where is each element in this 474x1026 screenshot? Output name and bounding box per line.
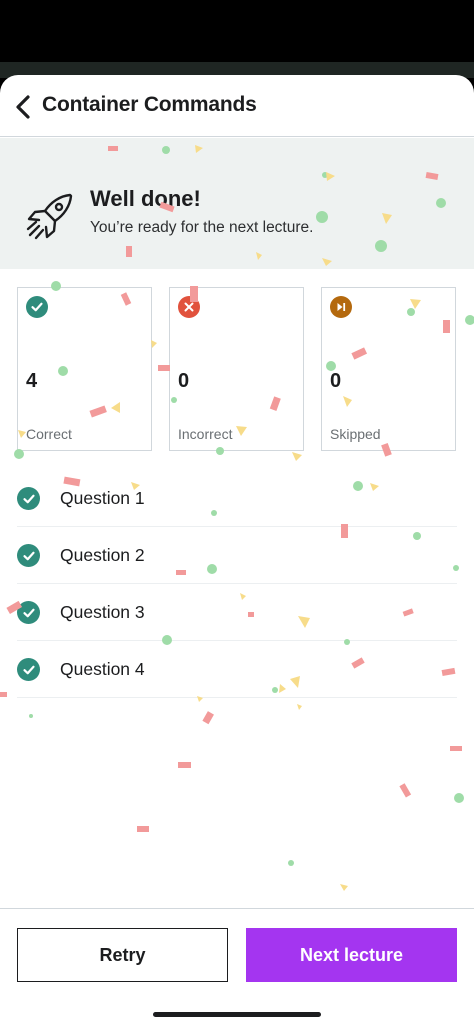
rocket-icon	[26, 193, 73, 240]
question-label: Question 3	[60, 602, 145, 622]
correct-count: 4	[26, 370, 38, 392]
footer-actions: Retry Next lecture	[0, 908, 474, 1026]
x-circle-icon	[178, 296, 200, 318]
banner-subtitle: You’re ready for the next lecture.	[90, 219, 314, 236]
header: Container Commands	[0, 75, 474, 137]
home-indicator	[153, 1012, 321, 1017]
question-row[interactable]: Question 4	[0, 641, 474, 698]
retry-button[interactable]: Retry	[17, 928, 228, 982]
skipped-count: 0	[330, 370, 342, 392]
question-label: Question 1	[60, 488, 145, 508]
check-circle-icon	[17, 544, 40, 567]
incorrect-count: 0	[178, 370, 190, 392]
question-row[interactable]: Question 1	[0, 470, 474, 527]
check-circle-icon	[26, 296, 48, 318]
stat-card-skipped: 0 Skipped	[321, 287, 456, 451]
skip-circle-icon	[330, 296, 352, 318]
question-label: Question 2	[60, 545, 145, 565]
stat-card-correct: 4 Correct	[17, 287, 152, 451]
check-circle-icon	[17, 601, 40, 624]
stat-card-incorrect: 0 Incorrect	[169, 287, 304, 451]
check-circle-icon	[17, 658, 40, 681]
incorrect-label: Incorrect	[178, 426, 233, 442]
check-circle-icon	[17, 487, 40, 510]
row-divider	[17, 697, 457, 698]
question-label: Question 4	[60, 659, 145, 679]
skipped-label: Skipped	[330, 426, 381, 442]
chevron-left-icon	[16, 95, 30, 119]
next-lecture-button[interactable]: Next lecture	[246, 928, 457, 982]
question-row[interactable]: Question 2	[0, 527, 474, 584]
back-button[interactable]	[10, 92, 36, 122]
banner-title: Well done!	[90, 186, 201, 211]
correct-label: Correct	[26, 426, 72, 442]
page-title: Container Commands	[42, 93, 257, 116]
status-bar	[0, 0, 474, 78]
question-row[interactable]: Question 3	[0, 584, 474, 641]
